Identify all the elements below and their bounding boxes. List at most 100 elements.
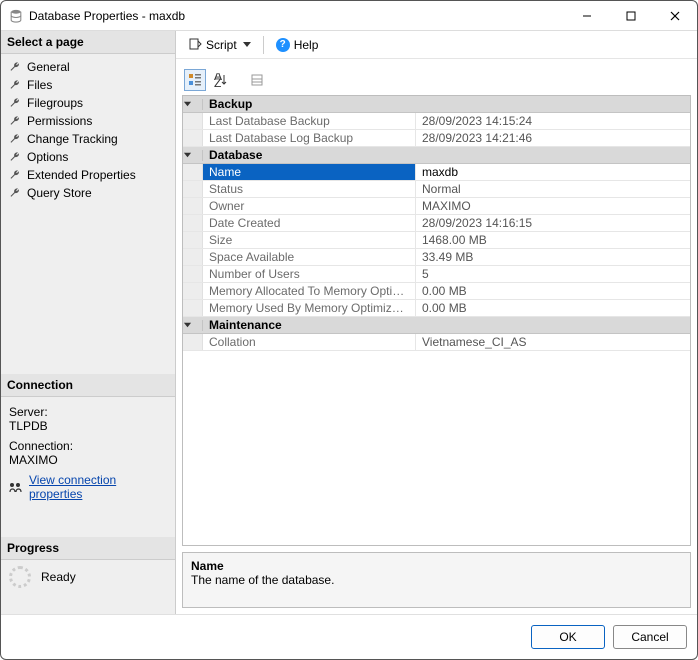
progress-spinner-icon [9,566,31,588]
property-value: 0.00 MB [416,283,690,299]
property-grid-toolbar: A Z [182,65,691,95]
property-value: 33.49 MB [416,249,690,265]
property-value: 1468.00 MB [416,232,690,248]
property-value: 28/09/2023 14:21:46 [416,130,690,146]
property-grid[interactable]: BackupLast Database Backup28/09/2023 14:… [182,95,691,546]
collapse-icon[interactable] [183,320,203,331]
property-row[interactable]: Number of Users5 [183,266,690,283]
property-key: Owner [203,198,416,214]
maximize-button[interactable] [609,1,653,30]
page-item-label: Extended Properties [27,168,136,182]
wrench-icon [9,133,21,145]
page-item-options[interactable]: Options [3,148,173,166]
description-title: Name [191,559,682,573]
property-row[interactable]: Namemaxdb [183,164,690,181]
description-panel: Name The name of the database. [182,552,691,608]
page-list: General Files Filegroups Permissions Change … [1,54,175,206]
dialog-footer: OK Cancel [1,614,697,659]
property-key: Size [203,232,416,248]
server-value: TLPDB [9,419,167,433]
property-key: Memory Allocated To Memory Optimized Obj… [203,283,416,299]
property-key: Last Database Backup [203,113,416,129]
page-item-label: General [27,60,70,74]
ok-button[interactable]: OK [531,625,605,649]
svg-text:Z: Z [214,76,221,87]
grid-section-maintenance[interactable]: Maintenance [183,317,690,334]
minimize-button[interactable] [565,1,609,30]
grid-section-database[interactable]: Database [183,147,690,164]
property-row[interactable]: CollationVietnamese_CI_AS [183,334,690,351]
description-text: The name of the database. [191,573,682,587]
alphabetical-view-button[interactable]: A Z [210,69,232,91]
property-value: Normal [416,181,690,197]
dropdown-caret-icon [243,42,251,48]
property-pages-button[interactable] [246,69,268,91]
property-value: 5 [416,266,690,282]
collapse-icon[interactable] [183,150,203,161]
dialog-window: Database Properties - maxdb Select a pag… [0,0,698,660]
page-item-filegroups[interactable]: Filegroups [3,94,173,112]
categorized-view-button[interactable] [184,69,206,91]
property-value: 28/09/2023 14:16:15 [416,215,690,231]
property-key: Space Available [203,249,416,265]
page-item-label: Options [27,150,68,164]
property-key: Memory Used By Memory Optimized Objects [203,300,416,316]
property-row[interactable]: Date Created28/09/2023 14:16:15 [183,215,690,232]
script-label: Script [206,38,237,52]
help-label: Help [294,38,319,52]
property-row[interactable]: OwnerMAXIMO [183,198,690,215]
page-item-permissions[interactable]: Permissions [3,112,173,130]
property-value: maxdb [416,164,690,180]
page-item-files[interactable]: Files [3,76,173,94]
property-row[interactable]: StatusNormal [183,181,690,198]
property-row[interactable]: Last Database Backup28/09/2023 14:15:24 [183,113,690,130]
page-item-label: Filegroups [27,96,83,110]
property-key: Number of Users [203,266,416,282]
property-key: Collation [203,334,416,350]
grid-section-backup[interactable]: Backup [183,96,690,113]
property-value: 28/09/2023 14:15:24 [416,113,690,129]
wrench-icon [9,79,21,91]
page-item-label: Change Tracking [27,132,118,146]
database-icon [9,9,23,23]
script-icon [188,38,202,52]
property-value: Vietnamese_CI_AS [416,334,690,350]
section-label: Database [203,147,268,163]
property-key: Date Created [203,215,416,231]
property-row[interactable]: Size1468.00 MB [183,232,690,249]
help-button[interactable]: ? Help [272,36,323,54]
progress-box: Ready [1,560,175,594]
connection-value: MAXIMO [9,453,167,467]
page-item-label: Query Store [27,186,92,200]
property-row[interactable]: Last Database Log Backup28/09/2023 14:21… [183,130,690,147]
server-label: Server: [9,405,167,419]
page-item-query-store[interactable]: Query Store [3,184,173,202]
wrench-icon [9,151,21,163]
page-item-general[interactable]: General [3,58,173,76]
wrench-icon [9,115,21,127]
property-row[interactable]: Memory Used By Memory Optimized Objects0… [183,300,690,317]
property-row[interactable]: Space Available33.49 MB [183,249,690,266]
script-button[interactable]: Script [184,36,255,54]
page-item-change-tracking[interactable]: Change Tracking [3,130,173,148]
property-value: 0.00 MB [416,300,690,316]
property-key: Name [203,164,416,180]
property-key: Status [203,181,416,197]
wrench-icon [9,97,21,109]
page-item-extended-properties[interactable]: Extended Properties [3,166,173,184]
connection-properties-icon [9,481,23,493]
toolbar: Script ? Help [176,31,697,59]
collapse-icon[interactable] [183,99,203,110]
progress-status: Ready [41,570,76,584]
connection-label: Connection: [9,439,167,453]
close-button[interactable] [653,1,697,30]
property-row[interactable]: Memory Allocated To Memory Optimized Obj… [183,283,690,300]
property-value: MAXIMO [416,198,690,214]
window-title: Database Properties - maxdb [29,9,185,23]
connection-header: Connection [1,374,175,397]
page-item-label: Files [27,78,52,92]
view-connection-properties-link[interactable]: View connection properties [29,473,167,501]
wrench-icon [9,169,21,181]
right-pane: Script ? Help [176,31,697,614]
cancel-button[interactable]: Cancel [613,625,687,649]
